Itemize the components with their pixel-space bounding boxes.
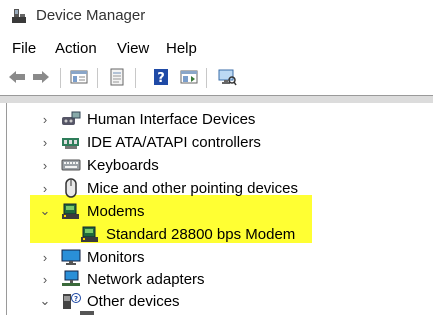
device-manager-icon xyxy=(10,7,28,25)
help-icon[interactable]: ? xyxy=(150,66,172,88)
title-bar: Device Manager xyxy=(0,0,433,34)
tree-item-label: Standard 28800 bps Modem xyxy=(106,225,296,243)
menu-action[interactable]: Action xyxy=(55,38,97,60)
network-adapter-icon xyxy=(61,270,81,288)
chevron-right-icon[interactable]: › xyxy=(38,112,52,127)
run-action-icon[interactable] xyxy=(178,66,200,88)
menu-view[interactable]: View xyxy=(117,38,149,60)
toolbar-separator xyxy=(97,68,98,88)
tree-item-label: Keyboards xyxy=(87,156,159,174)
tree-item-label: Mice and other pointing devices xyxy=(87,179,298,197)
scan-hardware-icon[interactable] xyxy=(216,66,238,88)
tree-item-network-adapters[interactable]: › Network adapters xyxy=(38,268,205,290)
tree-item-standard-28800-bps-modem[interactable]: Standard 28800 bps Modem xyxy=(58,223,295,245)
toolbar: ? xyxy=(0,66,433,90)
toolbar-separator xyxy=(135,68,136,88)
tree-header-band xyxy=(0,96,433,103)
modem-icon xyxy=(61,202,81,220)
monitor-icon xyxy=(61,248,81,266)
chevron-right-icon[interactable]: › xyxy=(38,250,52,265)
menu-bar: File Action View Help xyxy=(0,38,433,60)
partial-device-icon xyxy=(80,311,94,315)
tree-item-mice[interactable]: › Mice and other pointing devices xyxy=(38,177,298,199)
chevron-right-icon[interactable]: › xyxy=(38,272,52,287)
tree-item-label: IDE ATA/ATAPI controllers xyxy=(87,133,261,151)
tree-item-label: Network adapters xyxy=(87,270,205,288)
menu-file[interactable]: File xyxy=(12,38,36,60)
toolbar-separator xyxy=(206,68,207,88)
chevron-down-icon[interactable]: ⌄ xyxy=(38,293,52,309)
properties-icon[interactable] xyxy=(106,66,128,88)
toolbar-separator xyxy=(60,68,61,88)
mouse-icon xyxy=(61,178,81,198)
tree-item-ide-controllers[interactable]: › IDE ATA/ATAPI controllers xyxy=(38,131,261,153)
tree-item-other-devices[interactable]: ⌄ ? Other devices xyxy=(38,290,180,312)
tree-item-label: Modems xyxy=(87,202,145,220)
svg-text:?: ? xyxy=(157,71,165,86)
chevron-right-icon[interactable]: › xyxy=(38,158,52,173)
tree-item-keyboards[interactable]: › Keyboards xyxy=(38,154,159,176)
hid-icon xyxy=(61,110,81,128)
chevron-down-icon[interactable]: ⌄ xyxy=(38,203,52,219)
tree-item-label: Human Interface Devices xyxy=(87,110,256,128)
modem-icon xyxy=(80,225,100,243)
tree-item-label: Other devices xyxy=(87,292,180,310)
forward-icon[interactable] xyxy=(30,66,52,88)
tree-item-modems[interactable]: ⌄ Modems xyxy=(38,200,145,222)
svg-text:?: ? xyxy=(74,295,78,303)
tree-item-monitors[interactable]: › Monitors xyxy=(38,246,145,268)
unknown-device-icon: ? xyxy=(61,292,81,310)
tree-item-label: Monitors xyxy=(87,248,145,266)
tree-item-human-interface-devices[interactable]: › Human Interface Devices xyxy=(38,108,256,130)
chevron-right-icon[interactable]: › xyxy=(38,181,52,196)
chevron-right-icon[interactable]: › xyxy=(38,135,52,150)
back-icon[interactable] xyxy=(6,66,28,88)
show-hide-console-tree-icon[interactable] xyxy=(68,66,90,88)
tree-left-border xyxy=(6,103,7,315)
ide-controller-icon xyxy=(61,133,81,151)
keyboard-icon xyxy=(61,156,81,174)
window-title: Device Manager xyxy=(36,7,146,24)
menu-help[interactable]: Help xyxy=(166,38,197,60)
